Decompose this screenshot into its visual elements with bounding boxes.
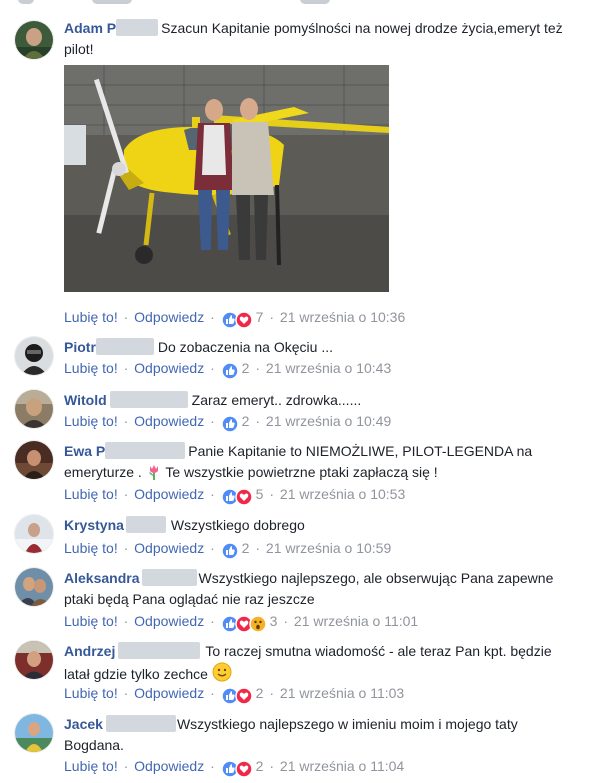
reactions[interactable] xyxy=(220,615,267,635)
like-button[interactable]: Lubię to! xyxy=(64,758,118,774)
redacted-name xyxy=(105,442,186,459)
like-button[interactable]: Lubię to! xyxy=(64,613,118,629)
like-button[interactable]: Lubię to! xyxy=(64,309,118,325)
previous-comment-strip xyxy=(0,0,590,8)
comment-author[interactable]: Witold xyxy=(64,392,107,408)
comment-author[interactable]: Jacek xyxy=(64,716,103,732)
redacted-name xyxy=(109,391,188,408)
reply-button[interactable]: Odpowiedz xyxy=(134,360,204,376)
tulip-emoji xyxy=(146,464,162,486)
reply-button[interactable]: Odpowiedz xyxy=(134,613,204,629)
like-icon xyxy=(220,542,239,560)
heart-icon xyxy=(234,760,253,778)
like-button[interactable]: Lubię to! xyxy=(64,413,118,429)
comment-author[interactable]: Piotr xyxy=(64,339,96,355)
like-icon xyxy=(220,362,239,380)
reply-button[interactable]: Odpowiedz xyxy=(134,309,204,325)
reactions[interactable] xyxy=(220,415,239,435)
reply-button[interactable]: Odpowiedz xyxy=(134,413,204,429)
reactions[interactable] xyxy=(220,760,253,780)
reactions[interactable] xyxy=(220,488,253,508)
avatar[interactable] xyxy=(15,515,53,553)
reaction-count[interactable]: 2 xyxy=(256,685,264,701)
like-icon xyxy=(220,415,239,433)
like-button[interactable]: Lubię to! xyxy=(64,540,118,556)
heart-icon xyxy=(234,488,253,506)
redacted-name xyxy=(105,715,176,732)
reactions[interactable] xyxy=(220,311,253,331)
comment-author[interactable]: Aleksandra xyxy=(64,570,139,586)
reaction-count[interactable]: 5 xyxy=(256,486,264,502)
reaction-count[interactable]: 2 xyxy=(242,413,250,429)
timestamp[interactable]: 21 września o 11:04 xyxy=(280,758,404,774)
comment-author[interactable]: Andrzej xyxy=(64,643,115,659)
avatar[interactable] xyxy=(15,441,53,479)
reply-button[interactable]: Odpowiedz xyxy=(134,685,204,701)
comment-text-continued: Te wszystkie powietrzne ptaki zapłaczą s… xyxy=(165,464,438,480)
reply-button[interactable]: Odpowiedz xyxy=(134,486,204,502)
heart-icon xyxy=(234,687,253,705)
reaction-count[interactable]: 2 xyxy=(242,360,250,376)
comment-author[interactable]: Krystyna xyxy=(64,517,124,533)
like-button[interactable]: Lubię to! xyxy=(64,685,118,701)
reactions[interactable] xyxy=(220,362,239,382)
avatar[interactable] xyxy=(15,641,53,679)
reply-button[interactable]: Odpowiedz xyxy=(134,758,204,774)
timestamp[interactable]: 21 września o 10:53 xyxy=(280,486,405,502)
timestamp[interactable]: 21 września o 11:01 xyxy=(294,613,418,629)
timestamp[interactable]: 21 września o 10:59 xyxy=(266,540,391,556)
reaction-count[interactable]: 7 xyxy=(256,309,264,325)
timestamp[interactable]: 21 września o 10:36 xyxy=(280,309,405,325)
comment-photo[interactable] xyxy=(64,65,389,292)
redacted-name xyxy=(118,642,201,659)
redacted-name xyxy=(95,338,154,355)
reaction-count[interactable]: 3 xyxy=(270,613,278,629)
reaction-count[interactable]: 2 xyxy=(242,540,250,556)
heart-icon xyxy=(234,311,253,329)
comment-text: Wszystkiego dobrego xyxy=(170,517,305,533)
reply-button[interactable]: Odpowiedz xyxy=(134,540,204,556)
reaction-count[interactable]: 2 xyxy=(256,758,264,774)
timestamp[interactable]: 21 września o 11:03 xyxy=(280,685,404,701)
timestamp[interactable]: 21 września o 10:49 xyxy=(266,413,391,429)
redacted-name xyxy=(125,516,166,533)
like-button[interactable]: Lubię to! xyxy=(64,360,118,376)
timestamp[interactable]: 21 września o 10:43 xyxy=(266,360,391,376)
reactions[interactable] xyxy=(220,542,239,562)
avatar[interactable] xyxy=(15,568,53,606)
avatar[interactable] xyxy=(15,390,53,428)
like-button[interactable]: Lubię to! xyxy=(64,486,118,502)
comment-author[interactable]: Ewa P xyxy=(64,443,105,459)
avatar[interactable] xyxy=(15,714,53,752)
avatar[interactable] xyxy=(15,21,53,59)
comment-text: Zaraz emeryt.. zdrowka...... xyxy=(191,392,362,408)
reactions[interactable] xyxy=(220,687,253,707)
comment-author[interactable]: Adam P xyxy=(64,20,116,36)
comment-text: Do zobaczenia na Okęciu ... xyxy=(157,339,333,355)
redacted-name xyxy=(116,19,159,36)
redacted-name xyxy=(142,569,198,586)
wow-icon xyxy=(248,615,267,633)
avatar[interactable] xyxy=(15,337,53,375)
